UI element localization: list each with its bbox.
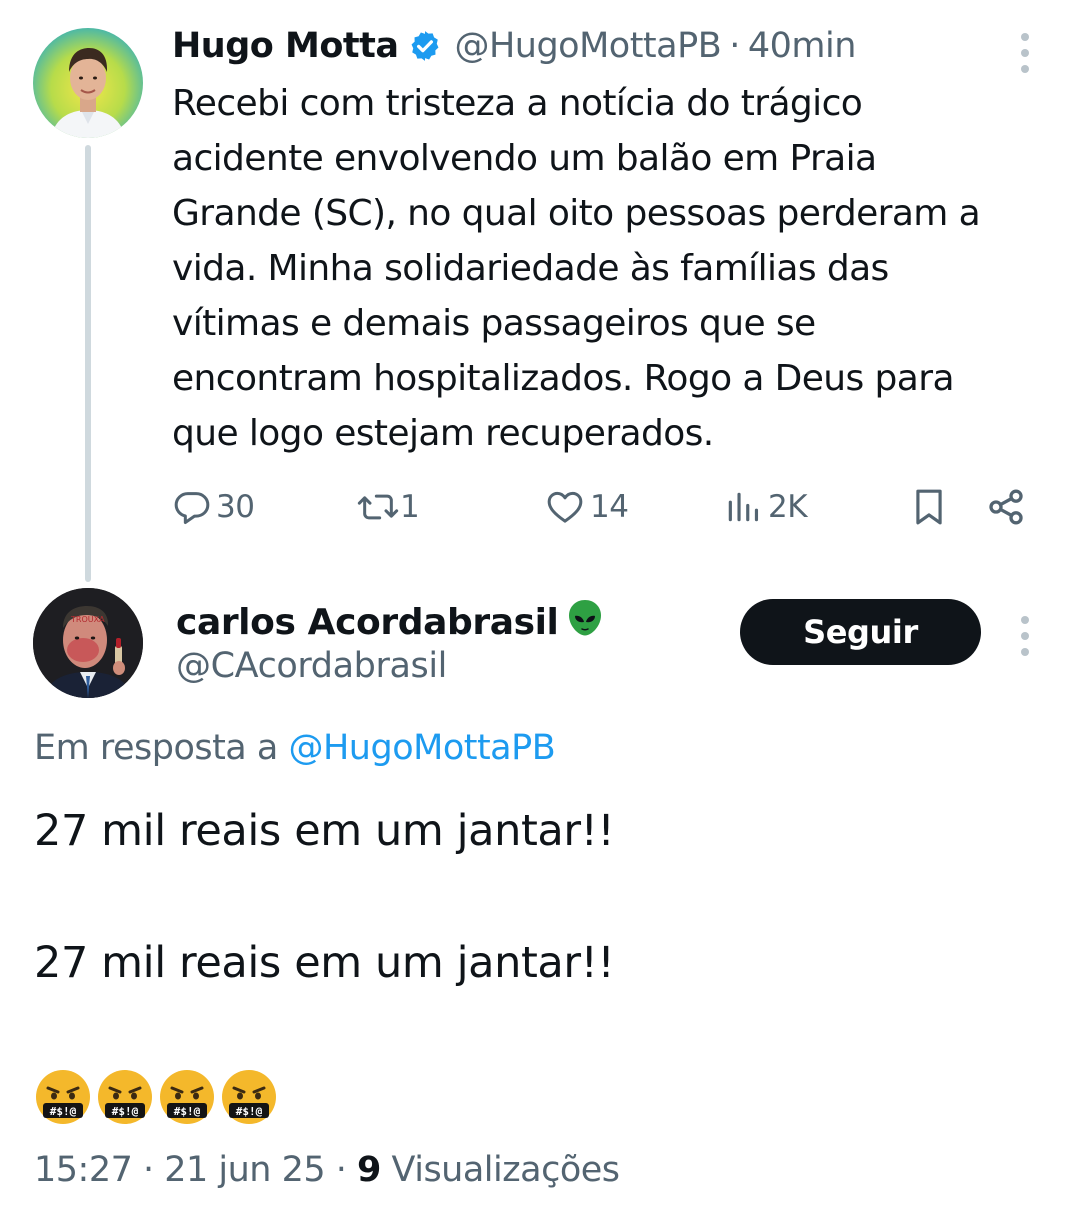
reply-text-line-2: 27 mil reais em um jantar!! bbox=[34, 938, 615, 988]
svg-text:TROUXA: TROUXA bbox=[70, 615, 105, 624]
author-name[interactable]: Hugo Motta bbox=[172, 26, 399, 66]
reply-author-name-text: carlos Acordabrasil bbox=[176, 602, 559, 643]
reply-to-prefix: Em resposta a bbox=[34, 728, 278, 768]
views-action[interactable]: 2K bbox=[724, 482, 808, 532]
author-handle[interactable]: @HugoMottaPB bbox=[454, 26, 721, 66]
svg-text:#$!@: #$!@ bbox=[50, 1105, 77, 1118]
tweet-text: Recebi com tristeza a notícia do trágico… bbox=[172, 83, 981, 454]
bookmark-icon bbox=[916, 489, 942, 525]
reply-icon bbox=[174, 492, 210, 524]
avatar-portrait-image bbox=[51, 48, 125, 138]
heart-icon bbox=[547, 491, 583, 523]
repost-action[interactable]: 1 bbox=[356, 482, 420, 532]
follow-button[interactable]: Seguir bbox=[740, 599, 981, 665]
avatar-portrait-image: TROUXA bbox=[33, 588, 143, 698]
svg-text:#$!@: #$!@ bbox=[112, 1105, 139, 1118]
like-action[interactable]: 14 bbox=[544, 482, 629, 532]
share-button[interactable] bbox=[986, 482, 1026, 532]
avatar-carlos-acordabrasil[interactable]: TROUXA bbox=[33, 588, 143, 698]
reply-views-count: 9 bbox=[357, 1150, 381, 1190]
repost-icon bbox=[357, 494, 399, 520]
reply-author-handle[interactable]: @CAcordabrasil bbox=[176, 646, 447, 686]
reply-meta: 15:27 · 21 jun 25 · 9 Visualizações bbox=[34, 1150, 620, 1190]
thread-connector-line bbox=[85, 145, 91, 582]
views-bar-chart-icon bbox=[728, 492, 759, 522]
face-with-symbols-on-mouth-icon: #$!@ bbox=[98, 1070, 152, 1124]
reply-context: Em resposta a @HugoMottaPB bbox=[34, 728, 556, 768]
reply-timestamp[interactable]: 15:27 · 21 jun 25 · bbox=[34, 1150, 347, 1190]
reply-author-name[interactable]: carlos Acordabrasil bbox=[176, 596, 607, 649]
reply-action[interactable]: 30 bbox=[172, 482, 255, 532]
original-tweet-header: Hugo Motta @HugoMottaPB · 40min bbox=[172, 22, 856, 70]
share-icon bbox=[989, 489, 1023, 525]
reply-count: 30 bbox=[216, 489, 255, 525]
face-with-symbols-on-mouth-icon: #$!@ bbox=[36, 1070, 90, 1124]
verified-badge-icon bbox=[408, 29, 442, 63]
avatar-hugo-motta[interactable] bbox=[33, 28, 143, 138]
reply-more-options-icon[interactable] bbox=[1021, 616, 1029, 664]
like-count: 14 bbox=[590, 489, 629, 525]
reply-to-mention-link[interactable]: @HugoMottaPB bbox=[288, 728, 555, 768]
svg-text:#$!@: #$!@ bbox=[236, 1105, 263, 1118]
tweet-time[interactable]: 40min bbox=[748, 26, 857, 66]
views-count: 2K bbox=[768, 489, 808, 525]
header-separator: · bbox=[729, 26, 740, 66]
bookmark-button[interactable] bbox=[910, 482, 948, 532]
reply-views-label: Visualizações bbox=[391, 1150, 620, 1190]
reply-text-line-1: 27 mil reais em um jantar!! bbox=[34, 806, 615, 856]
alien-emoji-icon bbox=[563, 596, 607, 649]
repost-count: 1 bbox=[400, 489, 420, 525]
reply-emoji-row: #$!@ #$!@ #$!@ #$!@ bbox=[34, 1068, 282, 1126]
face-with-symbols-on-mouth-icon: #$!@ bbox=[160, 1070, 214, 1124]
svg-text:#$!@: #$!@ bbox=[174, 1105, 201, 1118]
face-with-symbols-on-mouth-icon: #$!@ bbox=[222, 1070, 276, 1124]
more-options-icon[interactable] bbox=[1021, 33, 1029, 81]
